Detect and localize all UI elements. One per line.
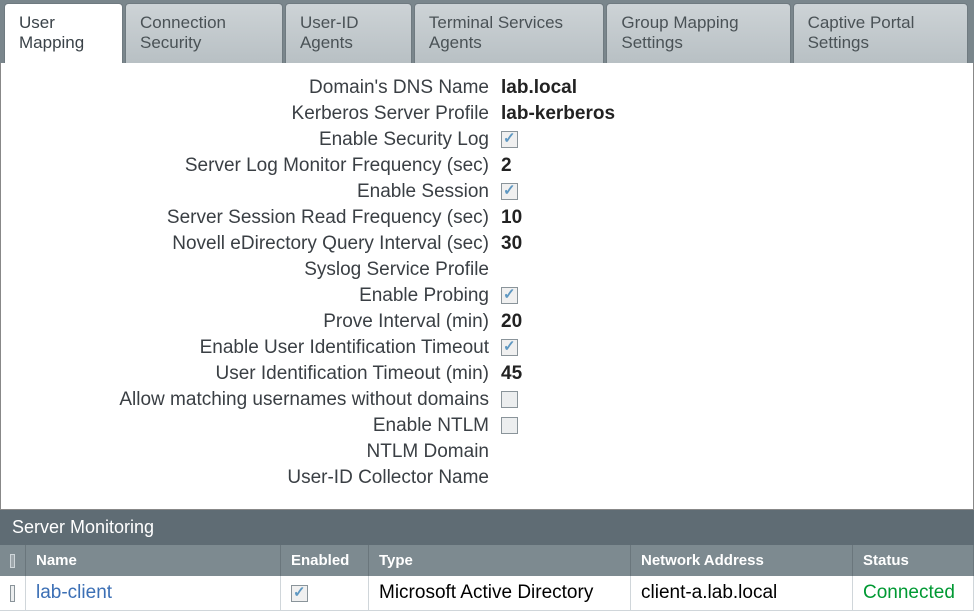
value-prove-interval: 20 bbox=[501, 311, 943, 333]
label-kerberos-profile: Kerberos Server Profile bbox=[31, 103, 501, 125]
value-novell-query-interval: 30 bbox=[501, 233, 943, 255]
table-row[interactable]: lab-client Microsoft Active Directory cl… bbox=[0, 576, 974, 611]
label-user-id-timeout: User Identification Timeout (min) bbox=[31, 363, 501, 385]
label-collector-name: User-ID Collector Name bbox=[31, 467, 501, 489]
label-ntlm-domain: NTLM Domain bbox=[31, 441, 501, 463]
label-enable-probing: Enable Probing bbox=[31, 285, 501, 307]
checkbox-enable-session[interactable] bbox=[501, 183, 518, 200]
cell-name[interactable]: lab-client bbox=[26, 576, 281, 611]
cell-type: Microsoft Active Directory bbox=[369, 576, 631, 611]
label-enable-session: Enable Session bbox=[31, 181, 501, 203]
tab-connection-security[interactable]: Connection Security bbox=[125, 3, 283, 63]
value-session-read-freq: 10 bbox=[501, 207, 943, 229]
value-kerberos-profile: lab-kerberos bbox=[501, 103, 943, 125]
checkbox-enable-ntlm[interactable] bbox=[501, 417, 518, 434]
label-novell-query-interval: Novell eDirectory Query Interval (sec) bbox=[31, 233, 501, 255]
checkbox-enable-probing[interactable] bbox=[501, 287, 518, 304]
col-network-address[interactable]: Network Address bbox=[631, 545, 853, 576]
checkbox-allow-match-no-domain[interactable] bbox=[501, 391, 518, 408]
tab-bar: User Mapping Connection Security User-ID… bbox=[0, 0, 974, 63]
value-user-id-timeout: 45 bbox=[501, 363, 943, 385]
tab-user-mapping[interactable]: User Mapping bbox=[4, 3, 123, 63]
user-mapping-panel: Domain's DNS Namelab.local Kerberos Serv… bbox=[0, 63, 974, 510]
col-type[interactable]: Type bbox=[369, 545, 631, 576]
value-domain-dns-name: lab.local bbox=[501, 77, 943, 99]
cell-status: Connected bbox=[853, 576, 974, 611]
tab-terminal-services-agents[interactable]: Terminal Services Agents bbox=[414, 3, 605, 63]
col-name[interactable]: Name bbox=[26, 545, 281, 576]
value-server-log-freq: 2 bbox=[501, 155, 943, 177]
row-select-checkbox[interactable] bbox=[10, 585, 15, 602]
select-all-icon[interactable] bbox=[10, 554, 15, 568]
label-prove-interval: Prove Interval (min) bbox=[31, 311, 501, 333]
label-allow-match-no-domain: Allow matching usernames without domains bbox=[31, 389, 501, 411]
checkbox-enable-user-id-timeout[interactable] bbox=[501, 339, 518, 356]
cell-enabled-checkbox[interactable] bbox=[291, 585, 308, 602]
label-enable-user-id-timeout: Enable User Identification Timeout bbox=[31, 337, 501, 359]
tab-group-mapping-settings[interactable]: Group Mapping Settings bbox=[606, 3, 790, 63]
cell-network-address: client-a.lab.local bbox=[631, 576, 853, 611]
col-enabled[interactable]: Enabled bbox=[281, 545, 369, 576]
server-monitoring-columns: Name Enabled Type Network Address Status bbox=[0, 545, 974, 576]
tab-userid-agents[interactable]: User-ID Agents bbox=[285, 3, 412, 63]
server-monitoring-header: Server Monitoring bbox=[0, 510, 974, 545]
label-enable-ntlm: Enable NTLM bbox=[31, 415, 501, 437]
label-syslog-profile: Syslog Service Profile bbox=[31, 259, 501, 281]
label-session-read-freq: Server Session Read Frequency (sec) bbox=[31, 207, 501, 229]
checkbox-enable-security-log[interactable] bbox=[501, 131, 518, 148]
label-domain-dns-name: Domain's DNS Name bbox=[31, 77, 501, 99]
tab-captive-portal-settings[interactable]: Captive Portal Settings bbox=[793, 3, 968, 63]
label-server-log-freq: Server Log Monitor Frequency (sec) bbox=[31, 155, 501, 177]
label-enable-security-log: Enable Security Log bbox=[31, 129, 501, 151]
col-status[interactable]: Status bbox=[853, 545, 974, 576]
